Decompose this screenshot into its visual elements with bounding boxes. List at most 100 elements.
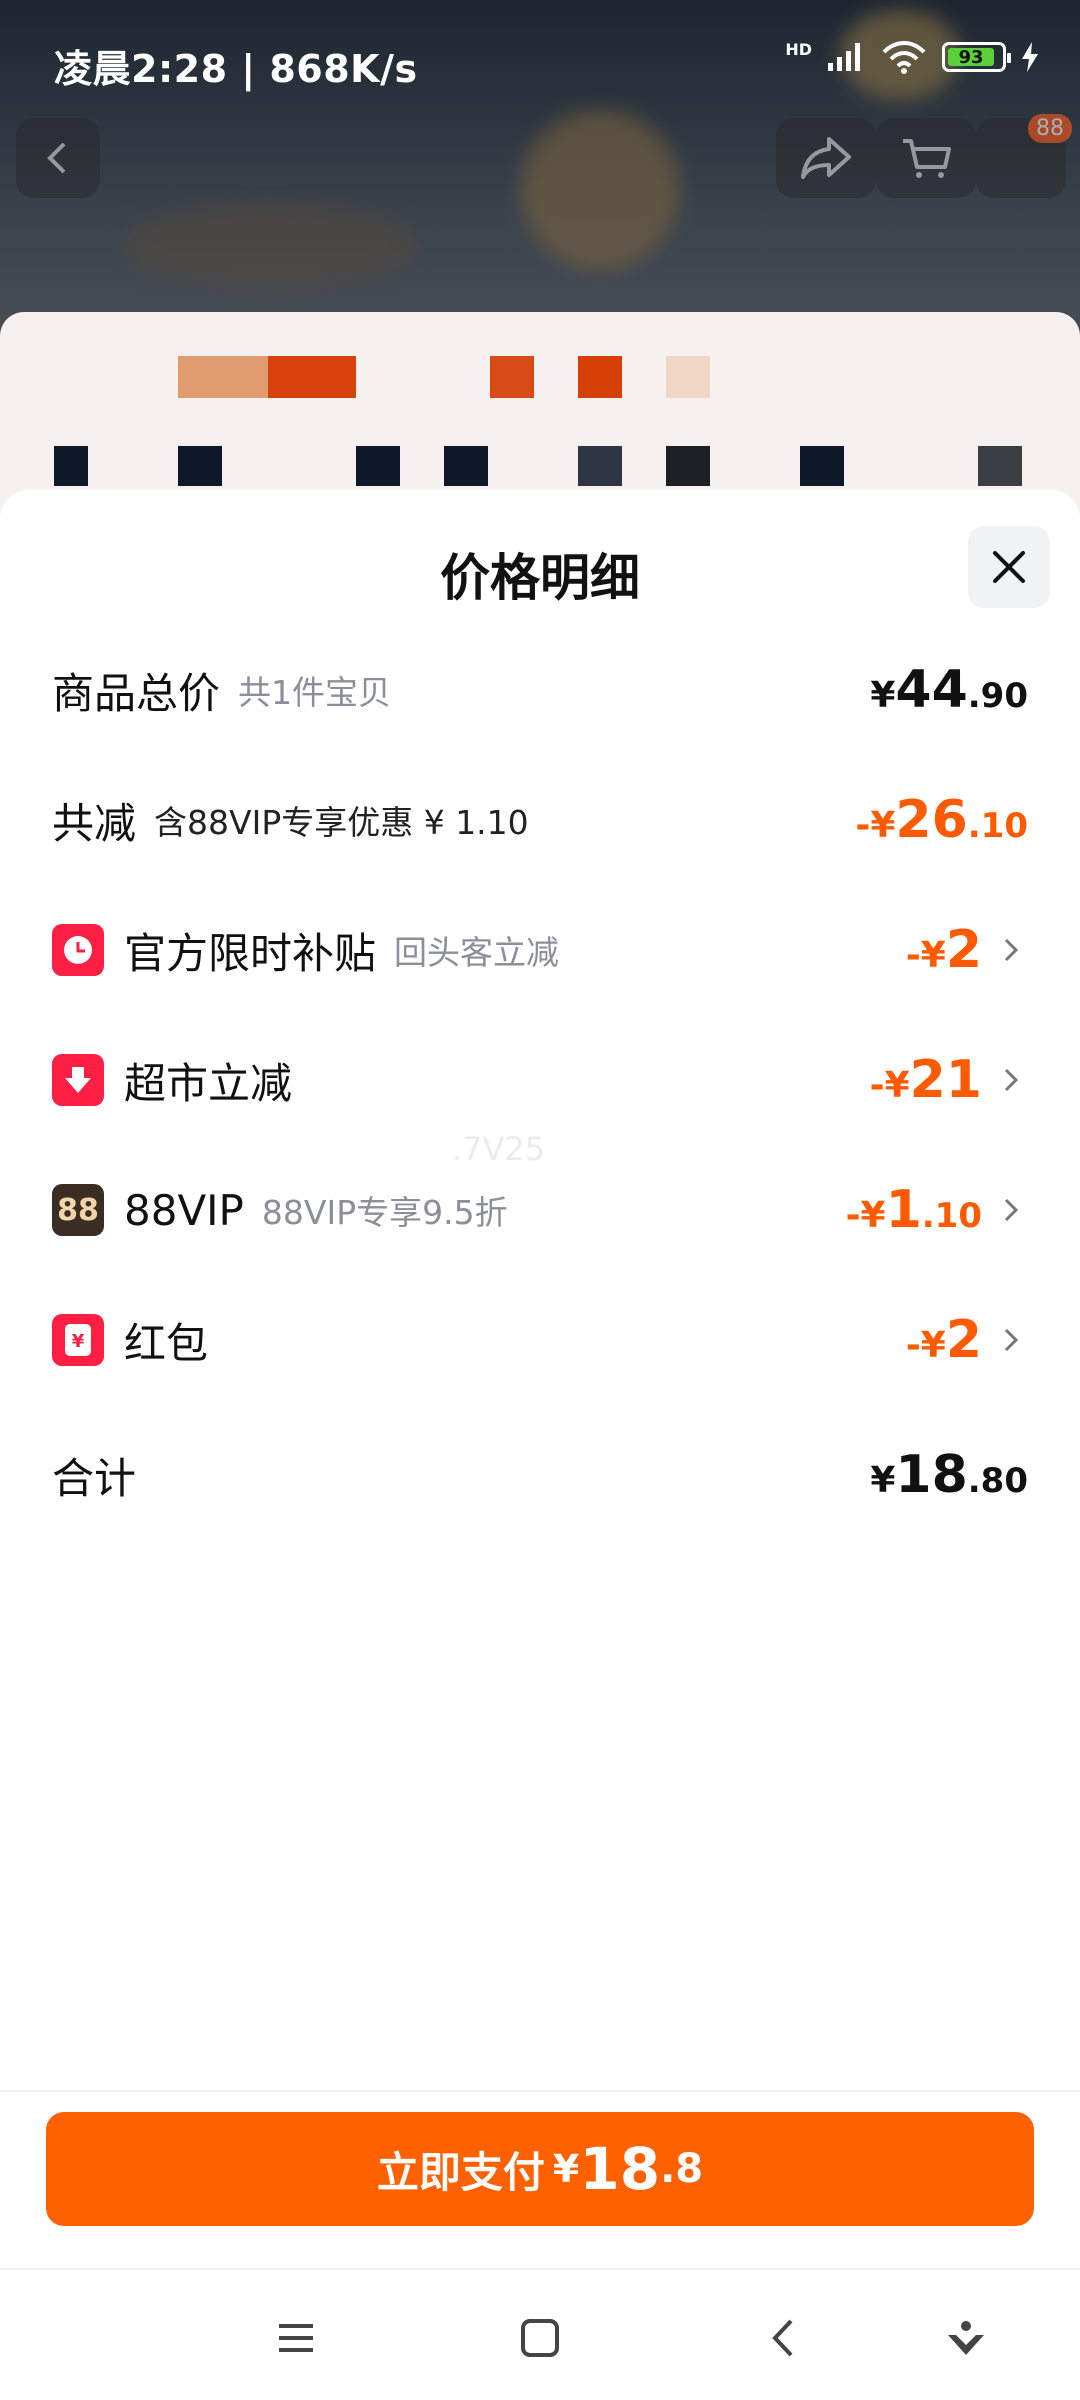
row-official-subsidy[interactable]: 官方限时补贴 回头客立减 -¥ 2: [52, 910, 1028, 990]
blurred-block: [178, 446, 222, 486]
row-amount: ¥18.80: [870, 1445, 1028, 1505]
row-amount: -¥ 1.10: [846, 1180, 982, 1240]
signal-icon: [828, 43, 860, 71]
amount-decimal: .80: [967, 1461, 1028, 1501]
battery-icon: 93: [942, 42, 1011, 72]
divider: [0, 2090, 1080, 2092]
assistant-icon: [948, 2321, 984, 2355]
nav-back-button[interactable]: [754, 2308, 814, 2368]
share-icon: [801, 137, 851, 179]
row-red-packet[interactable]: ¥ 红包 -¥ 2: [52, 1300, 1028, 1380]
amount-currency: -¥: [845, 1195, 886, 1236]
clock-icon: [52, 924, 104, 976]
blurred-block: [268, 356, 356, 398]
amount-currency: -¥: [905, 935, 946, 976]
amount-integer: 1: [885, 1180, 922, 1240]
amount-integer: 26: [895, 790, 968, 850]
row-label: 超市立减: [124, 1058, 293, 1108]
vip88-icon: 88: [52, 1184, 104, 1236]
row-grand-total: 合计 ¥18.80: [52, 1435, 1028, 1515]
amount-decimal: .10: [921, 1196, 982, 1236]
svg-text:¥: ¥: [72, 1331, 85, 1352]
chevron-right-icon: [1004, 1068, 1019, 1092]
row-sub: 共1件宝贝: [238, 673, 392, 712]
row-label: 官方限时补贴: [124, 928, 377, 978]
blurred-block: [978, 446, 1022, 486]
row-sub: 88VIP专享9.5折: [261, 1193, 508, 1232]
amount-decimal: .10: [967, 806, 1028, 846]
cart-icon: [903, 139, 951, 178]
row-amount: ¥44.90: [870, 660, 1028, 720]
status-time: 凌晨2:28 | 868K/s: [54, 47, 418, 91]
blurred-block: [578, 356, 622, 398]
row-88vip[interactable]: 88 88VIP 88VIP专享9.5折 -¥ 1.10: [52, 1170, 1028, 1250]
close-button[interactable]: [968, 526, 1050, 608]
row-amount: -¥ 21: [870, 1050, 982, 1110]
watermark: .7V25: [452, 1130, 546, 1168]
status-icons: HD 93: [785, 40, 1040, 74]
blurred-block: [666, 356, 710, 398]
chevron-left-icon: [47, 142, 66, 174]
blurred-block: [800, 446, 844, 486]
amount-currency: -¥: [869, 1065, 910, 1106]
sheet-title: 价格明细: [440, 549, 640, 607]
back-icon: [772, 2319, 793, 2357]
pay-now-button[interactable]: 立即支付 ¥18.8: [46, 2112, 1034, 2226]
amount-integer: 2: [945, 920, 982, 980]
status-bar: 凌晨2:28 | 868K/s HD 93: [0, 0, 1080, 96]
amount-integer: 44: [895, 660, 968, 720]
blurred-block: [178, 356, 268, 398]
nav-assistant-button[interactable]: [936, 2308, 996, 2368]
amount-currency: -¥: [905, 1325, 946, 1366]
chevron-right-icon: [1004, 1328, 1019, 1352]
battery-level: 93: [948, 47, 994, 68]
blurred-block: [578, 446, 622, 486]
amount-integer: 2: [945, 1310, 982, 1370]
blurred-block: [54, 446, 88, 486]
row-amount: -¥ 2: [906, 1310, 982, 1370]
amount-currency: ¥: [870, 675, 896, 716]
row-total-price: 商品总价 共1件宝贝 ¥44.90: [52, 650, 1028, 730]
blurred-block: [444, 446, 488, 486]
cart-button[interactable]: [876, 118, 976, 198]
row-label: 共减: [52, 798, 137, 848]
amount-currency: -¥: [855, 805, 896, 846]
nav-home-button[interactable]: [510, 2308, 570, 2368]
chevron-right-icon: [1004, 1198, 1019, 1222]
down-arrow-icon: [52, 1054, 104, 1106]
system-navigation-bar: [0, 2268, 1080, 2400]
blurred-block: [666, 446, 710, 486]
network-label: HD: [785, 40, 812, 59]
row-label: 商品总价: [52, 668, 221, 718]
blurred-block: [490, 356, 534, 398]
amount-decimal: .90: [967, 676, 1028, 716]
blurred-block: [356, 446, 400, 486]
row-sub: 含88VIP专享优惠 ¥ 1.10: [154, 803, 529, 842]
row-label: 红包: [124, 1318, 209, 1368]
amount-currency: ¥: [870, 1460, 896, 1501]
row-supermarket-discount[interactable]: 超市立减 -¥ 21: [52, 1040, 1028, 1120]
red-packet-icon: ¥: [52, 1314, 104, 1366]
charging-icon: [1022, 42, 1038, 72]
wifi-icon: [882, 41, 926, 74]
row-total-discount: 共减 含88VIP专享优惠 ¥ 1.10 -¥ 26.10: [52, 780, 1028, 860]
more-button[interactable]: 88: [976, 114, 1072, 198]
cart-badge: 88: [1028, 114, 1072, 143]
pay-label: 立即支付: [376, 2147, 545, 2197]
back-button[interactable]: [16, 118, 100, 198]
nav-menu-button[interactable]: [266, 2308, 326, 2368]
row-label: 合计: [52, 1453, 137, 1503]
menu-icon: [279, 2324, 313, 2352]
row-amount: -¥ 26.10: [855, 790, 1028, 850]
share-button[interactable]: [776, 118, 876, 198]
pay-currency: ¥: [552, 2147, 580, 2191]
row-sub: 回头客立减: [394, 933, 560, 972]
amount-integer: 21: [909, 1050, 982, 1110]
pay-decimal: .8: [660, 2146, 704, 2192]
pay-integer: 18: [579, 2135, 661, 2203]
row-label: 88VIP: [124, 1185, 244, 1235]
chevron-right-icon: [1004, 938, 1019, 962]
close-icon: [993, 551, 1025, 583]
amount-integer: 18: [895, 1445, 968, 1505]
row-amount: -¥ 2: [906, 920, 982, 980]
